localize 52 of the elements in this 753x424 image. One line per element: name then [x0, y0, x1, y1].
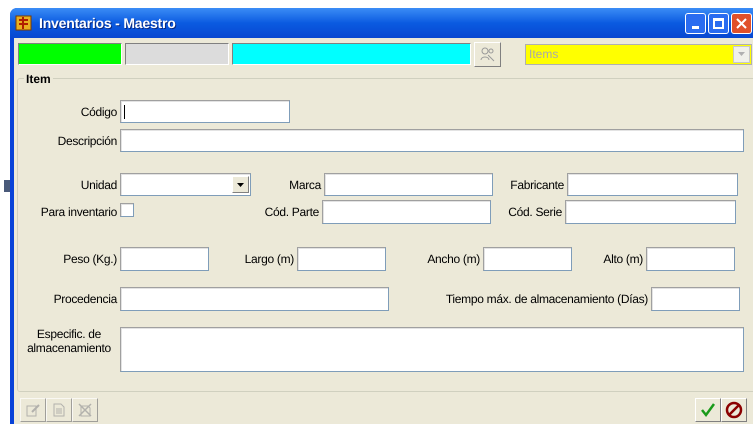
search-people-icon	[478, 46, 496, 62]
delete-icon	[78, 403, 92, 417]
field-label: Unidad	[80, 176, 117, 194]
check-icon	[700, 402, 716, 418]
field-label: Especific. de almacenamiento	[26, 327, 112, 355]
minimize-icon	[692, 26, 699, 28]
dropdown-value: Items	[528, 46, 560, 63]
text-field[interactable]	[565, 200, 736, 224]
field-label: Alto (m)	[603, 251, 643, 268]
field-label: Cód. Parte	[264, 204, 319, 221]
text-cursor	[124, 104, 125, 118]
window-title: Inventarios - Maestro	[39, 14, 176, 32]
window-edge-mark	[4, 180, 10, 192]
text-field[interactable]	[483, 247, 572, 271]
close-icon	[736, 18, 747, 28]
text-field[interactable]	[646, 247, 735, 271]
field-label: Descripción	[58, 132, 117, 150]
caret-icon	[733, 46, 750, 62]
field-label: Cód. Serie	[508, 204, 562, 221]
document-icon	[53, 403, 65, 417]
text-field[interactable]	[324, 173, 493, 196]
field-label: Tiempo máx. de almacenamiento (Días)	[446, 291, 648, 308]
text-field[interactable]	[120, 247, 209, 271]
text-field[interactable]	[651, 287, 740, 311]
text-field[interactable]	[567, 173, 738, 196]
checkbox[interactable]	[120, 203, 134, 217]
text-field[interactable]	[120, 129, 744, 152]
text-field[interactable]	[297, 247, 386, 271]
field-label: Peso (Kg.)	[63, 251, 117, 268]
field-label: Ancho (m)	[427, 251, 480, 268]
minimize-button[interactable]	[685, 12, 706, 34]
app-icon	[15, 14, 33, 32]
field-label: Largo (m)	[244, 251, 294, 268]
edit-icon	[26, 403, 40, 417]
accept-button[interactable]	[695, 398, 721, 422]
field-label: Fabricante	[510, 176, 564, 194]
text-field[interactable]	[120, 287, 389, 311]
maximize-icon	[713, 18, 724, 28]
close-button[interactable]	[731, 12, 752, 34]
text-field[interactable]	[322, 200, 491, 224]
cancel-button[interactable]	[721, 398, 747, 422]
text-area[interactable]	[120, 327, 744, 372]
field-label: Marca	[289, 176, 321, 194]
text-field[interactable]	[120, 100, 290, 123]
field-label: Para inventario	[40, 204, 117, 221]
search-button[interactable]	[474, 42, 501, 66]
maximize-button[interactable]	[708, 12, 729, 34]
unit-dropdown[interactable]	[120, 173, 251, 196]
caret-icon	[232, 176, 249, 193]
field-label: Procedencia	[54, 291, 117, 308]
cancel-icon	[725, 401, 743, 419]
field-label: Código	[80, 104, 117, 120]
